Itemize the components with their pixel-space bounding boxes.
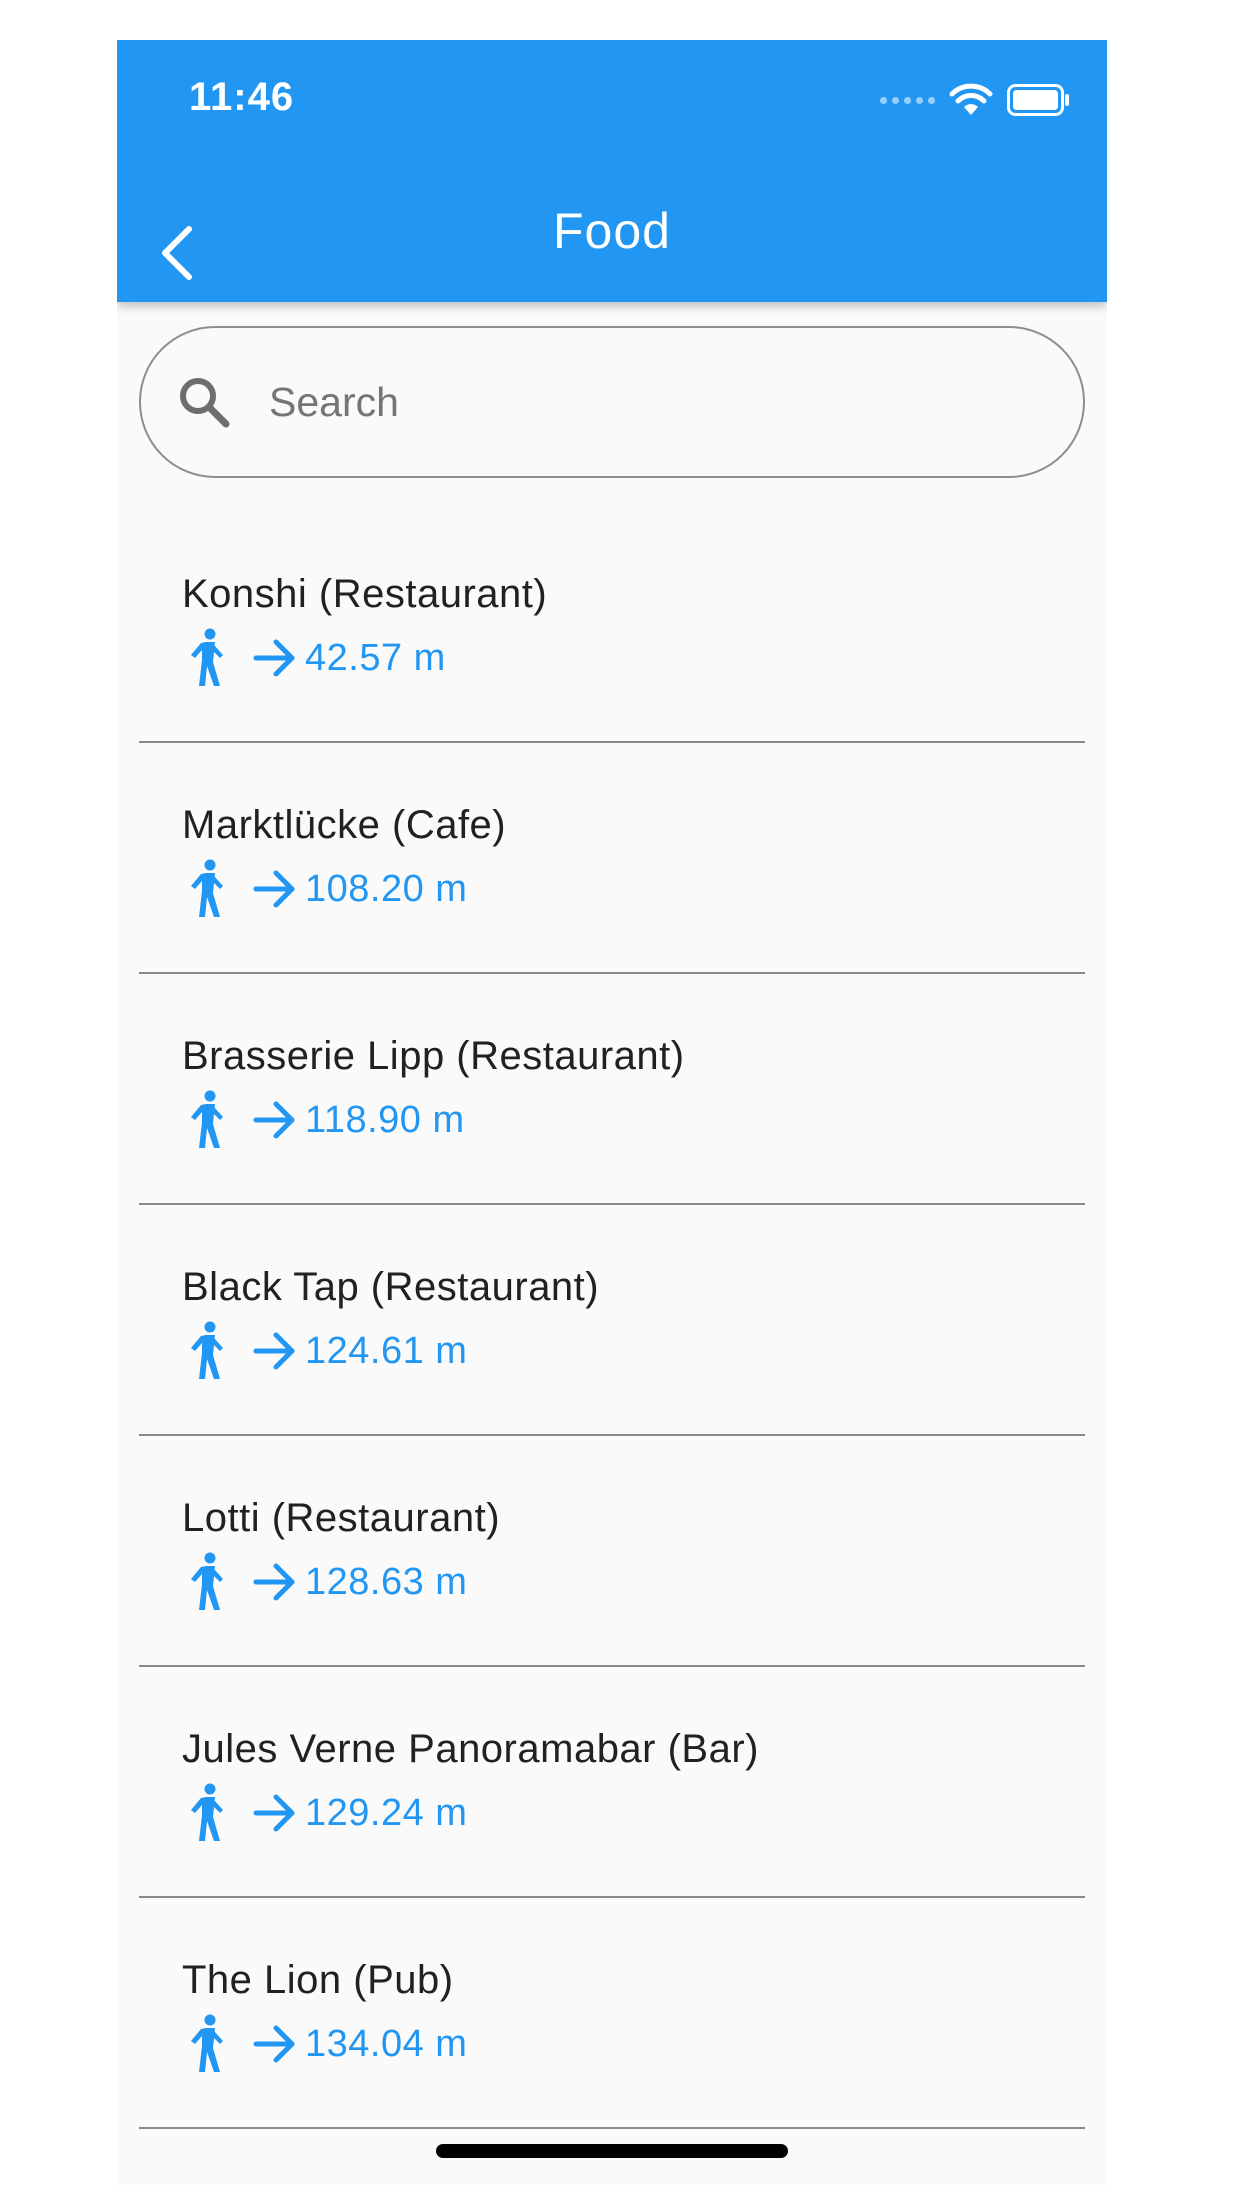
place-distance: 128.63 m: [305, 1560, 468, 1603]
search-input[interactable]: [267, 377, 971, 427]
arrow-forward-icon: [253, 1563, 295, 1601]
place-name: Konshi (Restaurant): [182, 572, 548, 616]
place-distance: 118.90 m: [305, 1098, 465, 1141]
directions-walk-icon: [191, 859, 223, 917]
place-name: Brasserie Lipp (Restaurant): [182, 1034, 685, 1078]
place-name: Jules Verne Panoramabar (Bar): [182, 1727, 759, 1771]
place-distance: 129.24 m: [305, 1791, 468, 1834]
arrow-forward-icon: [253, 1332, 295, 1370]
search-bar[interactable]: [139, 326, 1085, 478]
place-distance-row: 42.57 m: [189, 628, 446, 688]
phone-screen: 11:46 Food Search Konshi (Restaurant) 42…: [117, 40, 1107, 2185]
home-indicator: [436, 2144, 788, 2158]
place-distance: 108.20 m: [305, 867, 468, 910]
arrow-forward-icon: [253, 1794, 295, 1832]
list-item[interactable]: Black Tap (Restaurant) 124.61 m: [139, 1205, 1085, 1436]
place-distance: 124.61 m: [305, 1329, 468, 1372]
arrow-forward-icon: [253, 639, 295, 677]
status-icons: [880, 82, 1071, 118]
directions-walk-icon: [191, 1090, 223, 1148]
page-title: Food: [553, 203, 671, 259]
place-name: Lotti (Restaurant): [182, 1496, 501, 1540]
place-distance-row: 108.20 m: [189, 859, 467, 919]
list-item[interactable]: The Lion (Pub) 134.04 m: [139, 1898, 1085, 2129]
arrow-forward-icon: [253, 2025, 295, 2063]
place-distance-row: 134.04 m: [189, 2014, 467, 2074]
place-distance-row: 124.61 m: [189, 1321, 467, 1381]
wifi-icon: [949, 83, 993, 115]
list-item[interactable]: Konshi (Restaurant) 42.57 m: [139, 512, 1085, 743]
list-item[interactable]: Lotti (Restaurant) 128.63 m: [139, 1436, 1085, 1667]
cellular-signal-icon: [880, 96, 935, 104]
place-distance: 42.57 m: [305, 636, 446, 679]
place-name: Black Tap (Restaurant): [182, 1265, 600, 1309]
directions-walk-icon: [191, 2014, 223, 2072]
list-item[interactable]: Marktlücke (Cafe) 108.20 m: [139, 743, 1085, 974]
place-distance-row: 128.63 m: [189, 1552, 467, 1612]
place-distance-row: 129.24 m: [189, 1783, 467, 1843]
place-distance-row: 118.90 m: [189, 1090, 465, 1150]
arrow-forward-icon: [253, 870, 295, 908]
directions-walk-icon: [191, 1783, 223, 1841]
search-icon: [180, 378, 230, 428]
place-name: Marktlücke (Cafe): [182, 803, 507, 847]
place-distance: 134.04 m: [305, 2022, 468, 2065]
arrow-forward-icon: [253, 1101, 295, 1139]
directions-walk-icon: [191, 1321, 223, 1379]
list-item[interactable]: Brasserie Lipp (Restaurant) 118.90 m: [139, 974, 1085, 1205]
place-name: The Lion (Pub): [182, 1958, 454, 2002]
status-time: 11:46: [189, 75, 295, 119]
battery-icon: [1007, 84, 1069, 116]
directions-walk-icon: [191, 628, 223, 686]
directions-walk-icon: [191, 1552, 223, 1610]
app-bar: 11:46 Food: [117, 40, 1107, 302]
places-list: Konshi (Restaurant) 42.57 m Marktlücke (…: [139, 512, 1085, 2129]
list-item[interactable]: Jules Verne Panoramabar (Bar) 129.24 m: [139, 1667, 1085, 1898]
